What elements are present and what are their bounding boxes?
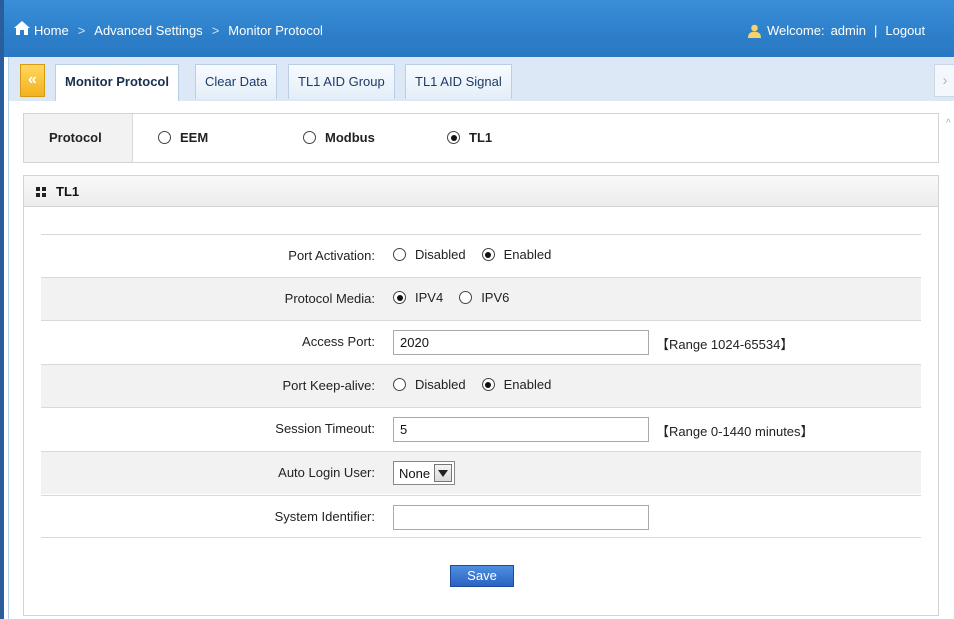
breadcrumb: Home > Advanced Settings > Monitor Proto… — [34, 23, 323, 38]
protocol-label: Protocol — [24, 114, 133, 162]
session-timeout-label: Session Timeout: — [275, 421, 375, 436]
radio-ipv6[interactable] — [459, 291, 473, 304]
radio-port-activation-disabled[interactable] — [393, 248, 406, 261]
form-row-auto-login-user: Auto Login User: None — [41, 451, 921, 494]
username: admin — [830, 23, 866, 38]
form-row-port-keepalive: Port Keep-alive: Disabled Enabled — [41, 364, 921, 407]
option-label: Disabled — [415, 377, 466, 392]
save-button[interactable]: Save — [450, 565, 514, 587]
form-row-port-activation: Port Activation: Disabled Enabled — [41, 234, 921, 277]
logout-link[interactable]: Logout — [885, 23, 925, 38]
form-row-session-timeout: Session Timeout: 【Range 0-1440 minutes】 — [41, 407, 921, 450]
session-timeout-input[interactable] — [393, 417, 649, 442]
radio-port-activation-enabled[interactable] — [481, 248, 495, 261]
radio-eem[interactable] — [158, 131, 171, 144]
tab-tl1-aid-group[interactable]: TL1 AID Group — [288, 64, 395, 99]
protocol-media-label: Protocol Media: — [284, 291, 375, 306]
radio-tl1[interactable] — [447, 131, 460, 144]
breadcrumb-home[interactable]: Home — [34, 23, 69, 38]
grid-icon — [36, 187, 46, 197]
port-activation-label: Port Activation: — [288, 248, 375, 263]
select-value: None — [399, 465, 431, 481]
option-label: IPV6 — [481, 290, 510, 305]
port-keepalive-options: Disabled Enabled — [393, 377, 551, 392]
auto-login-user-label: Auto Login User: — [278, 465, 375, 480]
option-label: Disabled — [415, 247, 466, 262]
protocol-media-options: IPV4 IPV6 — [393, 290, 509, 305]
radio-keepalive-enabled[interactable] — [481, 378, 495, 391]
protocol-option-label: EEM — [180, 130, 209, 145]
section-header: TL1 — [23, 175, 939, 207]
session-timeout-range-hint: 【Range 0-1440 minutes】 — [656, 424, 814, 439]
tab-tl1-aid-signal[interactable]: TL1 AID Signal — [405, 64, 512, 99]
access-port-label: Access Port: — [302, 334, 375, 349]
scroll-up-icon[interactable]: ^ — [946, 118, 954, 129]
radio-modbus[interactable] — [303, 131, 316, 144]
welcome-label: Welcome: — [767, 23, 825, 38]
form-row-protocol-media: Protocol Media: IPV4 IPV6 — [41, 277, 921, 320]
system-identifier-input[interactable] — [393, 505, 649, 530]
access-port-range-hint: 【Range 1024-65534】 — [656, 337, 794, 352]
option-label: IPV4 — [415, 290, 444, 305]
auto-login-user-select[interactable]: None — [393, 461, 456, 485]
option-label: Enabled — [503, 247, 552, 262]
top-header-bar: Home > Advanced Settings > Monitor Proto… — [0, 0, 954, 57]
home-icon[interactable] — [13, 20, 31, 36]
section-title: TL1 — [56, 184, 80, 199]
tab-clear-data[interactable]: Clear Data — [195, 64, 278, 99]
protocol-selector: Protocol EEM Modbus TL1 — [23, 113, 939, 163]
user-icon — [748, 24, 761, 38]
breadcrumb-separator: > — [77, 23, 86, 38]
radio-keepalive-disabled[interactable] — [393, 378, 406, 391]
breadcrumb-separator: > — [211, 23, 220, 38]
breadcrumb-monitor-protocol: Monitor Protocol — [228, 23, 323, 38]
left-edge-stripe — [0, 57, 4, 619]
protocol-option-modbus[interactable]: Modbus — [303, 130, 375, 145]
tab-monitor-protocol[interactable]: Monitor Protocol — [55, 64, 179, 101]
system-identifier-label: System Identifier: — [274, 509, 375, 524]
breadcrumb-advanced-settings[interactable]: Advanced Settings — [94, 23, 202, 38]
tab-scroll-left-icon[interactable]: « — [20, 64, 45, 97]
protocol-option-tl1[interactable]: TL1 — [447, 130, 492, 145]
tab-scroll-right-icon[interactable]: › — [934, 64, 954, 97]
radio-ipv4[interactable] — [393, 291, 406, 304]
form-row-system-identifier: System Identifier: — [41, 495, 921, 538]
tab-bar: « Monitor Protocol Clear Data TL1 AID Gr… — [8, 57, 954, 101]
access-port-input[interactable] — [393, 330, 649, 355]
protocol-option-eem[interactable]: EEM — [158, 130, 208, 145]
port-keepalive-label: Port Keep-alive: — [282, 378, 376, 393]
option-label: Enabled — [503, 377, 552, 392]
header-divider: | — [873, 23, 878, 38]
port-activation-options: Disabled Enabled — [393, 247, 551, 262]
protocol-option-label: Modbus — [325, 130, 375, 145]
protocol-option-label: TL1 — [469, 130, 493, 145]
form-row-access-port: Access Port: 【Range 1024-65534】 — [41, 320, 921, 363]
user-welcome: Welcome: admin | Logout — [747, 23, 925, 38]
chevron-down-icon[interactable] — [434, 464, 453, 482]
